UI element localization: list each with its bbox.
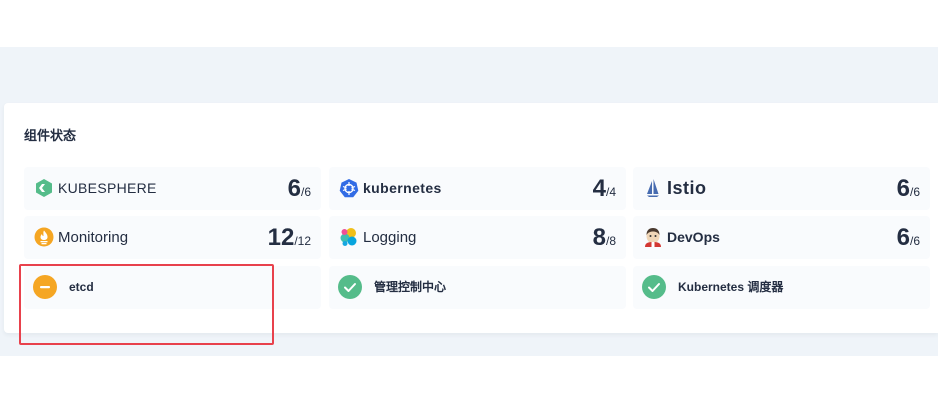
component-name: KUBESPHERE [58, 180, 157, 196]
component-count: 8/8 [592, 224, 616, 251]
kubernetes-logo-icon [339, 179, 359, 198]
service-name: Kubernetes 调度器 [678, 280, 784, 294]
component-tile-kubernetes[interactable]: kubernetes 4/4 [329, 167, 626, 210]
service-tile-scheduler[interactable]: Kubernetes 调度器 [633, 266, 930, 309]
istio-logo-icon [647, 179, 659, 197]
component-count: 6/6 [287, 175, 311, 202]
service-tile-controller[interactable]: 管理控制中心 [329, 266, 626, 309]
component-count: 12/12 [267, 224, 311, 251]
check-icon [642, 275, 666, 299]
component-count: 4/4 [592, 175, 616, 202]
check-icon [338, 275, 362, 299]
kubesphere-logo-icon [36, 179, 52, 197]
component-name: Logging [363, 229, 417, 246]
component-tile-monitoring[interactable]: Monitoring 12/12 [24, 216, 321, 259]
component-tile-kubesphere[interactable]: KUBESPHERE 6/6 [24, 167, 321, 210]
section-title: 组件状态 [24, 128, 77, 143]
component-name: kubernetes [363, 180, 442, 196]
devops-logo-icon [645, 228, 661, 247]
component-name: Istio [667, 178, 707, 198]
component-name: Monitoring [58, 229, 129, 246]
monitoring-logo-icon [34, 227, 54, 247]
component-count: 6/6 [896, 224, 920, 251]
component-tile-logging[interactable]: Logging 8/8 [329, 216, 626, 259]
component-tile-devops[interactable]: DevOps 6/6 [633, 216, 930, 259]
component-count: 6/6 [896, 175, 920, 202]
component-name: DevOps [667, 229, 720, 245]
service-name: 管理控制中心 [374, 280, 447, 294]
logging-logo-icon [340, 228, 357, 246]
highlight-box [19, 264, 274, 345]
component-tile-istio[interactable]: Istio 6/6 [633, 167, 930, 210]
